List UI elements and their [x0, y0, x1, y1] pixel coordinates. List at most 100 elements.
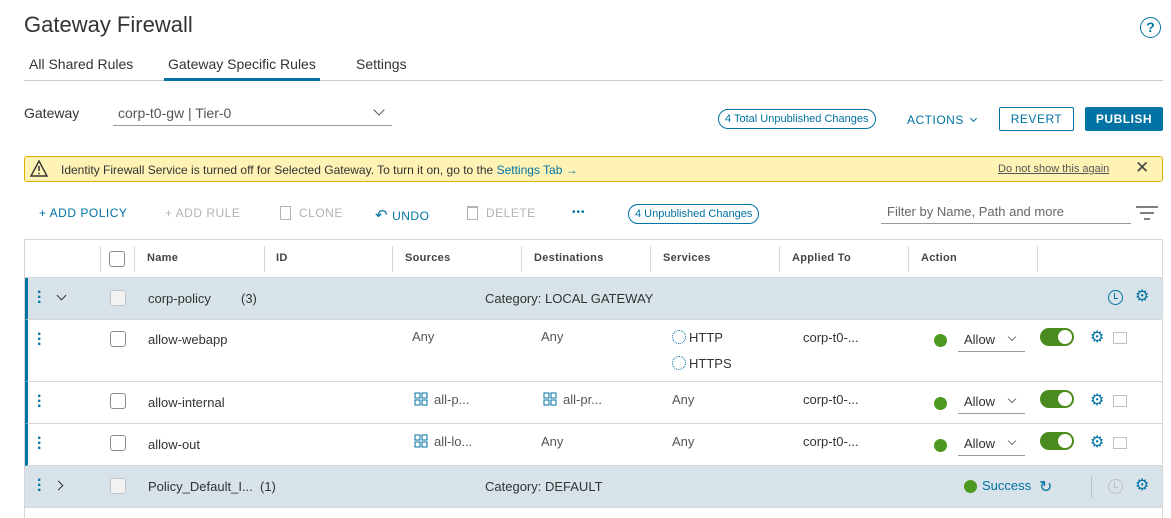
add-policy-button[interactable]: + ADD POLICY: [39, 206, 127, 220]
undo-icon: ↶: [375, 207, 389, 224]
policy-row[interactable]: · · · corp-policy (3) Category: LOCAL GATE…: [25, 278, 1162, 320]
policy-status[interactable]: Success: [982, 478, 1031, 493]
group-icon: [414, 434, 428, 448]
rule-checkbox[interactable]: [110, 331, 126, 347]
chevron-down-icon[interactable]: [56, 290, 67, 301]
rule-enabled-toggle[interactable]: [1040, 432, 1074, 450]
stats-icon[interactable]: [1113, 332, 1127, 344]
filter-input[interactable]: Filter by Name, Path and more: [881, 200, 1131, 224]
rule-applied-to[interactable]: corp-t0-...: [803, 330, 859, 345]
clone-button[interactable]: CLONE: [280, 206, 343, 220]
group-icon: [414, 392, 428, 406]
rule-name[interactable]: allow-webapp: [148, 332, 228, 347]
policy-checkbox[interactable]: [110, 478, 126, 494]
action-select[interactable]: Allow: [958, 328, 1025, 352]
rule-enabled-toggle[interactable]: [1040, 328, 1074, 346]
gear-icon[interactable]: ⚙: [1090, 435, 1104, 451]
policy-category: Category: DEFAULT: [485, 479, 603, 494]
rule-applied-to[interactable]: corp-t0-...: [803, 392, 859, 407]
chevron-right-icon[interactable]: [53, 480, 64, 491]
status-badge: [934, 439, 947, 452]
stats-icon[interactable]: [1113, 437, 1127, 449]
undo-button[interactable]: ↶ UNDO: [375, 206, 429, 224]
action-select[interactable]: Allow: [958, 390, 1025, 414]
table-row[interactable]: · · · allow-out all-lo... Any Any corp-t0-…: [25, 424, 1162, 466]
rule-destinations[interactable]: Any: [541, 329, 563, 344]
drag-handle-icon[interactable]: · · ·: [37, 431, 42, 457]
settings-tab-link[interactable]: Settings Tab →: [497, 163, 578, 177]
rule-name[interactable]: allow-out: [148, 437, 200, 452]
gateway-select[interactable]: corp-t0-gw | Tier-0: [113, 100, 392, 126]
column-header-applied-to[interactable]: Applied To: [792, 252, 851, 264]
history-icon[interactable]: [1108, 479, 1123, 494]
undo-label: UNDO: [392, 209, 430, 223]
select-all-checkbox[interactable]: [109, 251, 125, 267]
column-header-sources[interactable]: Sources: [405, 252, 451, 264]
column-header-destinations[interactable]: Destinations: [534, 252, 604, 264]
rule-checkbox[interactable]: [110, 393, 126, 409]
gear-icon[interactable]: ⚙: [1090, 330, 1104, 346]
more-options-icon[interactable]: •••: [572, 207, 586, 218]
actions-button[interactable]: ACTIONS: [907, 113, 977, 127]
column-header-services[interactable]: Services: [663, 252, 711, 264]
table-row[interactable]: · · · allow-webapp Any Any HTTP HTTPS corp…: [25, 320, 1162, 382]
drag-handle-icon[interactable]: · · ·: [37, 285, 42, 311]
rule-checkbox[interactable]: [110, 435, 126, 451]
table-row[interactable]: · · · allow-internal all-p... all-pr... An…: [25, 382, 1162, 424]
add-rule-button[interactable]: + ADD RULE: [165, 206, 240, 220]
alert-message: Identity Firewall Service is turned off …: [61, 163, 494, 177]
policy-checkbox[interactable]: [110, 290, 126, 306]
drag-handle-icon[interactable]: · · ·: [37, 473, 42, 499]
policy-category: Category: LOCAL GATEWAY: [485, 291, 654, 306]
tab-settings[interactable]: Settings: [352, 56, 411, 81]
rule-destinations[interactable]: Any: [541, 434, 563, 449]
rule-sources[interactable]: Any: [412, 329, 434, 344]
gear-icon[interactable]: ⚙: [1135, 478, 1149, 494]
rule-destinations[interactable]: all-pr...: [543, 392, 602, 407]
stats-icon[interactable]: [1113, 395, 1127, 407]
policy-name: Policy_Default_I...: [148, 479, 253, 494]
revert-button[interactable]: REVERT: [999, 107, 1074, 131]
column-header-action[interactable]: Action: [921, 252, 957, 264]
gear-icon[interactable]: ⚙: [1135, 289, 1149, 305]
filter-placeholder: Filter by Name, Path and more: [887, 204, 1065, 219]
chevron-down-icon: [1007, 436, 1017, 446]
tab-all-shared-rules[interactable]: All Shared Rules: [25, 56, 137, 81]
divider: [1091, 476, 1092, 498]
service-icon: [672, 330, 686, 344]
rule-service[interactable]: HTTPS: [672, 356, 732, 371]
action-select[interactable]: Allow: [958, 432, 1025, 456]
filter-icon[interactable]: [1136, 206, 1158, 220]
column-header-name[interactable]: Name: [147, 252, 178, 264]
column-header-id[interactable]: ID: [276, 252, 288, 264]
gear-icon[interactable]: ⚙: [1090, 393, 1104, 409]
policy-rule-count: (1): [260, 479, 276, 494]
rule-service[interactable]: HTTP: [672, 330, 723, 345]
publish-button[interactable]: PUBLISH: [1085, 107, 1163, 131]
help-icon[interactable]: ?: [1140, 17, 1161, 38]
rule-enabled-toggle[interactable]: [1040, 390, 1074, 408]
rule-applied-to[interactable]: corp-t0-...: [803, 434, 859, 449]
do-not-show-again-link[interactable]: Do not show this again: [998, 163, 1109, 175]
rule-name[interactable]: allow-internal: [148, 395, 225, 410]
total-unpublished-badge: 4 Total Unpublished Changes: [718, 109, 876, 129]
rule-service[interactable]: Any: [672, 392, 694, 407]
drag-handle-icon[interactable]: · · ·: [37, 389, 42, 415]
tab-gateway-specific-rules[interactable]: Gateway Specific Rules: [164, 56, 320, 81]
close-icon[interactable]: ✕: [1135, 158, 1149, 178]
drag-handle-icon[interactable]: · · ·: [37, 327, 42, 353]
warning-icon: [30, 160, 48, 177]
identity-firewall-alert: Identity Firewall Service is turned off …: [24, 156, 1163, 182]
clone-icon: [280, 206, 291, 220]
rule-sources[interactable]: all-p...: [414, 392, 469, 407]
delete-button[interactable]: DELETE: [467, 206, 536, 220]
trash-icon: [467, 206, 478, 220]
history-icon[interactable]: [1108, 290, 1123, 305]
chevron-down-icon: [969, 114, 977, 123]
policy-name: corp-policy: [148, 291, 211, 306]
rule-service[interactable]: Any: [672, 434, 694, 449]
chevron-down-icon: [1007, 394, 1017, 404]
policy-row[interactable]: · · · Policy_Default_I... (1) Category: DE…: [25, 466, 1162, 508]
refresh-icon[interactable]: ↻: [1039, 477, 1052, 497]
rule-sources[interactable]: all-lo...: [414, 434, 472, 449]
